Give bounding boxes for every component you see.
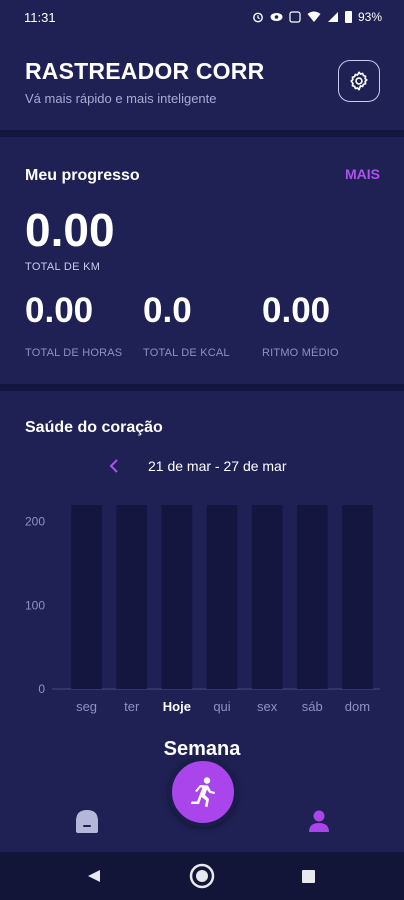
chart-bar-sáb [296,505,328,689]
total-km-label: TOTAL DE KM [25,261,101,273]
x-tick-label: dom [345,699,370,714]
nav-profile[interactable] [304,806,334,836]
app-subtitle: Vá mais rápido e mais inteligente [25,91,217,106]
chart-bar-seg [71,505,102,689]
date-range: 21 de mar - 27 de mar [148,458,287,474]
chart-bar-dom [342,505,373,689]
progress-section: Meu progresso MAIS 0.00 TOTAL DE KM 0.00… [0,137,404,384]
progress-title: Meu progresso [25,167,140,184]
signal-icon [327,12,338,22]
y-tick-label: 0 [38,682,45,696]
app-title: RASTREADOR CORR [25,58,265,84]
battery-percent: 93% [357,10,382,24]
section-divider [0,384,404,391]
heart-rate-chart-svg: 0 100 200 seg ter Hoje qui sex sáb dom [25,505,380,714]
home-circle-icon[interactable] [188,862,216,890]
x-tick-label: Hoje [163,699,191,714]
date-navigator: 21 de mar - 27 de mar [0,455,404,479]
avg-pace-label: RITMO MÉDIO [262,347,339,359]
x-tick-label: sex [257,699,278,714]
battery-icon [344,11,352,23]
wifi-icon [307,11,321,22]
x-tick-label: ter [124,699,140,714]
chart-bar-qui [206,505,238,689]
system-nav-bar [0,852,404,900]
back-icon[interactable] [86,868,102,884]
chart-bar-sex [251,505,283,689]
chart-bar-ter [116,505,148,689]
y-tick-label: 100 [25,598,45,612]
more-link[interactable]: MAIS [345,166,380,182]
total-kcal-value: 0.0 [143,291,192,330]
total-hours-label: TOTAL DE HORAS [25,347,123,359]
chevron-left-icon [109,459,118,473]
start-run-button[interactable] [168,757,238,827]
profile-icon [309,810,329,832]
total-km-value: 0.00 [25,204,115,256]
heart-rate-chart: 0 100 200 seg ter Hoje qui sex sáb dom [0,491,404,731]
running-person-icon [191,777,215,807]
nav-home[interactable] [72,806,102,836]
status-bar: 11:31 93% [0,0,404,34]
total-kcal-label: TOTAL DE KCAL [143,347,230,359]
heart-health-title: Saúde do coração [25,419,163,436]
recent-apps-icon[interactable] [302,870,315,883]
eye-icon [270,13,283,21]
status-time: 11:31 [24,9,56,25]
y-tick-label: 200 [25,515,45,529]
previous-week-button[interactable] [104,455,124,477]
alarm-icon [253,12,263,23]
app-header: RASTREADOR CORR Vá mais rápido e mais in… [0,34,404,130]
home-icon [76,810,98,833]
volte-icon [289,11,301,23]
gear-icon [350,71,368,91]
x-tick-label: qui [213,699,230,714]
x-tick-label: sáb [302,699,323,714]
settings-button[interactable] [338,60,380,102]
chart-bar-Hoje [161,505,193,689]
section-divider [0,130,404,137]
avg-pace-value: 0.00 [262,291,331,330]
status-icons: 93% [252,10,382,24]
x-tick-label: seg [76,699,97,714]
total-hours-value: 0.00 [25,291,94,330]
